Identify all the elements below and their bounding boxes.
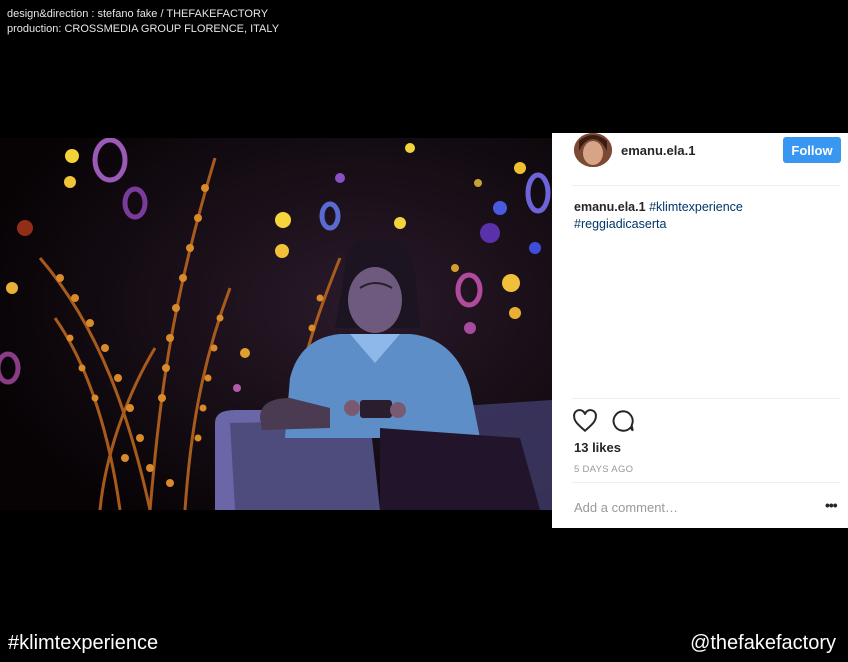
divider <box>572 482 840 483</box>
more-options-icon[interactable]: ••• <box>825 497 838 513</box>
hashtag-link[interactable]: #klimtexperience <box>649 200 743 214</box>
divider <box>572 398 840 399</box>
credits-production: production: CROSSMEDIA GROUP FLORENCE, I… <box>7 23 280 35</box>
hashtag-link[interactable]: #reggiadicaserta <box>574 217 666 231</box>
post-header: emanu.ela.1 Follow <box>552 133 848 169</box>
heart-icon[interactable] <box>572 408 598 434</box>
divider <box>572 185 840 186</box>
instagram-post-panel: emanu.ela.1 Follow emanu.ela.1 #klimtexp… <box>552 133 848 528</box>
credits-direction: design&direction : stefano fake / THEFAK… <box>7 8 269 20</box>
post-timestamp: 5 DAYS AGO <box>574 464 634 475</box>
credits: design&direction : stefano fake / THEFAK… <box>7 7 279 37</box>
likes-count[interactable]: 13 likes <box>574 440 621 455</box>
follow-button[interactable]: Follow <box>783 137 841 163</box>
post-photo <box>0 138 552 510</box>
footer-hashtag: #klimtexperience <box>8 632 159 654</box>
add-comment-input[interactable]: Add a comment… <box>574 500 678 515</box>
post-caption: emanu.ela.1 #klimtexperience #reggiadica… <box>574 199 834 233</box>
caption-username[interactable]: emanu.ela.1 <box>574 200 646 214</box>
comment-icon[interactable] <box>610 408 636 434</box>
footer-handle: @thefakefactory <box>690 632 836 654</box>
post-username[interactable]: emanu.ela.1 <box>621 143 695 158</box>
avatar[interactable] <box>574 133 612 167</box>
